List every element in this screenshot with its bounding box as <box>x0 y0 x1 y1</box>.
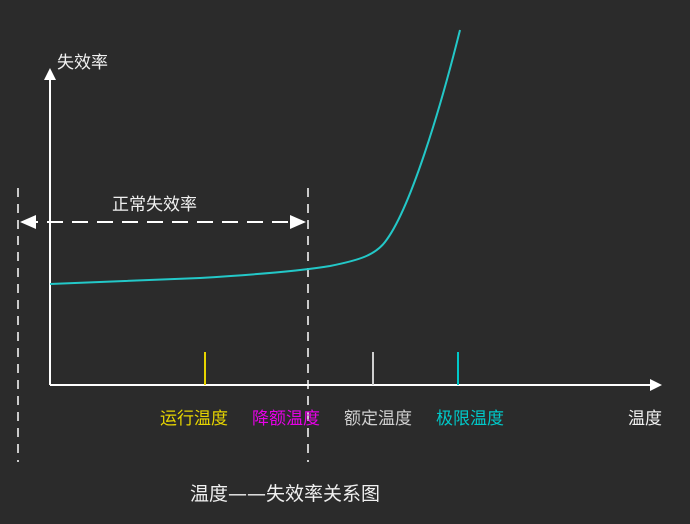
diagram-caption: 温度——失效率关系图 <box>190 483 380 505</box>
y-axis-label: 失效率 <box>57 53 108 73</box>
failure-rate-curve <box>49 29 461 285</box>
temperature-failure-rate-diagram: 失效率 温度 正常失效率 运行温度 降额温度 额定温度 极限温度 温度——失效率… <box>17 29 662 505</box>
x-axis-label: 温度 <box>628 409 662 429</box>
normal-range-arrowhead-right <box>290 215 306 229</box>
limit-temp-label: 极限温度 <box>436 409 504 429</box>
derating-temp-label: 降额温度 <box>252 409 320 429</box>
diagram-canvas: 失效率 温度 正常失效率 运行温度 降额温度 额定温度 极限温度 温度——失效率… <box>0 0 690 520</box>
operating-temp-label: 运行温度 <box>160 409 228 429</box>
rated-temp-label: 额定温度 <box>344 409 412 429</box>
normal-range-arrowhead-left <box>20 215 36 229</box>
normal-failure-rate-label: 正常失效率 <box>112 195 197 215</box>
